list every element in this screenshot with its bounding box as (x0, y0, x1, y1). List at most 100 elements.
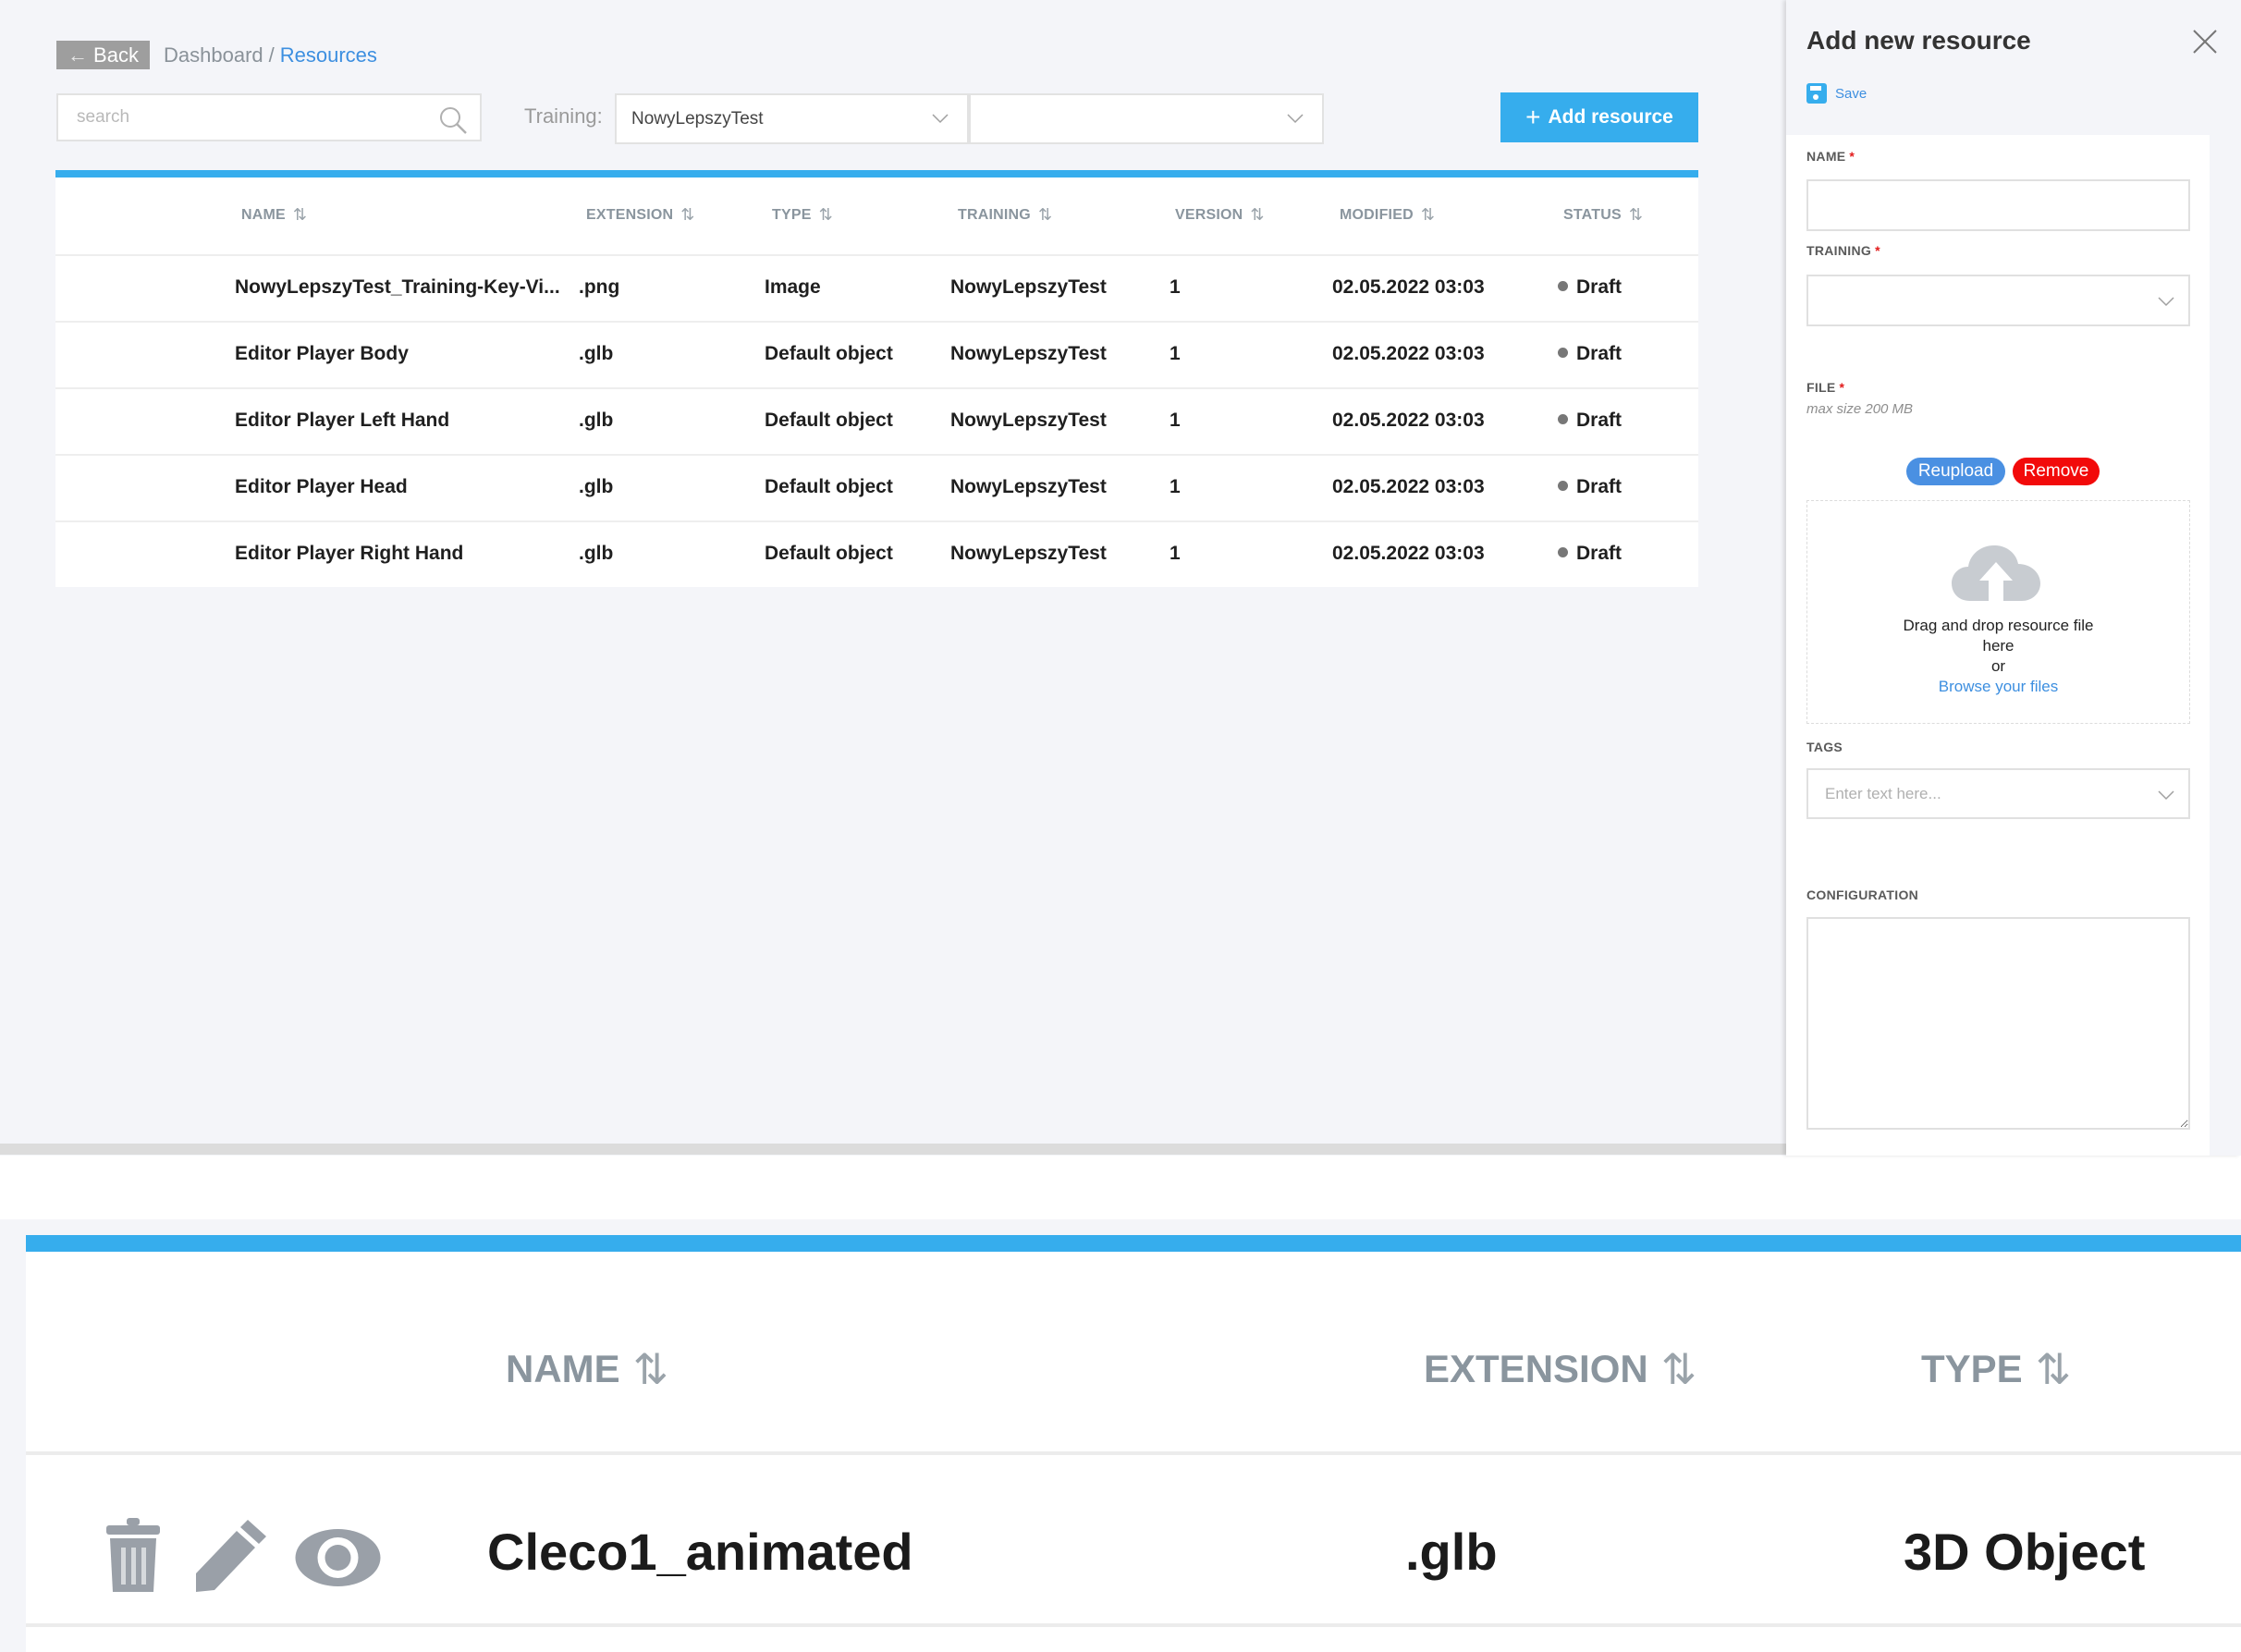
table-row[interactable]: Editor Player Body .glb Default object N… (55, 321, 1698, 387)
column-header-label: TYPE (772, 206, 812, 223)
trash-icon[interactable] (104, 1518, 162, 1594)
arrow-left-icon: ← (67, 43, 89, 67)
file-size-hint: max size 200 MB (1806, 401, 1914, 417)
browse-files-link[interactable]: Browse your files (1807, 677, 2189, 697)
configuration-textarea[interactable] (1808, 919, 2188, 1128)
table-row[interactable]: Editor Player Left Hand .glb Default obj… (55, 387, 1698, 454)
breadcrumb: Dashboard / Resources (164, 43, 377, 67)
pencil-icon[interactable] (194, 1518, 268, 1594)
status-dot (1558, 280, 1568, 291)
horizontal-scrollbar[interactable] (0, 1144, 1786, 1155)
sort-icon[interactable]: ⇅ (680, 205, 694, 225)
save-label: Save (1835, 85, 1868, 102)
column-header-name[interactable]: NAME ⇅ (241, 205, 307, 225)
chevron-down-icon (932, 114, 949, 124)
training-label: TRAINING * (1806, 243, 1880, 258)
sort-icon[interactable]: ⇅ (633, 1344, 669, 1394)
breadcrumb-dashboard[interactable]: Dashboard (164, 43, 263, 67)
sort-icon[interactable]: ⇅ (1629, 205, 1643, 225)
column-header-label: MODIFIED (1340, 206, 1414, 223)
row-divider (26, 1623, 2241, 1627)
secondary-filter-select[interactable] (969, 93, 1324, 144)
cell-version: 1 (1169, 410, 1181, 431)
sort-icon[interactable]: ⇅ (1250, 205, 1264, 225)
add-resource-label: Add resource (1548, 106, 1673, 128)
cell-type: Default object (765, 343, 893, 364)
status-dot (1558, 480, 1568, 491)
column-header-extension[interactable]: EXTENSION ⇅ (1424, 1344, 1696, 1394)
cell-name: NowyLepszyTest_Training-Key-Vi... (235, 276, 560, 298)
column-header-label: NAME (506, 1347, 620, 1390)
save-button[interactable]: Save (1806, 83, 1867, 104)
file-dropzone[interactable]: Drag and drop resource file here or Brow… (1806, 500, 2190, 724)
cell-training: NowyLepszyTest (950, 476, 1107, 497)
chevron-down-icon (1287, 114, 1304, 124)
dropzone-line-3: or (1990, 657, 2006, 675)
cell-status: Draft (1558, 276, 1622, 299)
sort-icon[interactable]: ⇅ (293, 205, 307, 225)
add-resource-button[interactable]: + Add resource (1500, 92, 1698, 142)
required-mark: * (1875, 243, 1880, 258)
column-header-status[interactable]: STATUS ⇅ (1563, 205, 1643, 225)
cell-name: Editor Player Head (235, 476, 408, 497)
required-mark: * (1839, 380, 1845, 395)
search-input[interactable] (58, 95, 480, 140)
search-box (56, 93, 482, 141)
training-select[interactable]: NowyLepszyTest (615, 93, 969, 144)
configuration-field[interactable] (1806, 917, 2190, 1130)
panel-title: Add new resource (1806, 26, 2031, 55)
sort-icon[interactable]: ⇅ (1661, 1344, 1697, 1394)
cell-status: Draft (1558, 410, 1622, 432)
column-header-label: EXTENSION (1424, 1347, 1648, 1390)
cell-version: 1 (1169, 343, 1181, 364)
file-label: FILE * (1806, 380, 1844, 395)
column-header-name[interactable]: NAME ⇅ (506, 1344, 668, 1394)
remove-button[interactable]: Remove (2013, 458, 2100, 485)
chevron-down-icon (2158, 297, 2174, 307)
close-icon[interactable] (2191, 28, 2219, 55)
sort-icon[interactable]: ⇅ (1421, 205, 1435, 225)
column-header-type[interactable]: TYPE ⇅ (772, 205, 833, 225)
row-divider (26, 1451, 2241, 1455)
dropzone-line-1: Drag and drop resource file (1903, 617, 2094, 634)
cell-training: NowyLepszyTest (950, 410, 1107, 431)
training-select-field[interactable] (1806, 275, 2190, 326)
eye-icon[interactable] (294, 1527, 382, 1588)
name-label: NAME * (1806, 149, 1855, 164)
status-label: Draft (1576, 410, 1623, 431)
sort-icon[interactable]: ⇅ (2036, 1344, 2072, 1394)
cell-status: Draft (1558, 543, 1622, 565)
cell-training: NowyLepszyTest (950, 343, 1107, 364)
column-header-label: EXTENSION (586, 206, 674, 223)
sort-icon[interactable]: ⇅ (1038, 205, 1052, 225)
column-header-type[interactable]: TYPE ⇅ (1921, 1344, 2071, 1394)
back-button[interactable]: ← Back (56, 41, 150, 69)
cell-type: Image (765, 276, 821, 298)
tags-input[interactable] (1808, 770, 2188, 817)
dropzone-line-2: here (1982, 637, 2014, 655)
status-label: Draft (1576, 343, 1623, 364)
column-header-extension[interactable]: EXTENSION ⇅ (586, 205, 695, 225)
table-row[interactable]: Editor Player Head .glb Default object N… (55, 454, 1698, 520)
name-label-text: NAME (1806, 149, 1846, 164)
cell-type: Default object (765, 410, 893, 431)
column-header-training[interactable]: TRAINING ⇅ (958, 205, 1052, 225)
name-input[interactable] (1808, 181, 2188, 229)
table-row[interactable]: Editor Player Right Hand .glb Default ob… (55, 520, 1698, 587)
cell-extension: .glb (1405, 1523, 1498, 1581)
column-header-label: STATUS (1563, 206, 1622, 223)
cell-version: 1 (1169, 543, 1181, 564)
column-header-modified[interactable]: MODIFIED ⇅ (1340, 205, 1435, 225)
tags-field[interactable] (1806, 768, 2190, 819)
search-icon[interactable] (437, 104, 469, 136)
breadcrumb-separator: / (268, 43, 275, 67)
column-header-version[interactable]: VERSION ⇅ (1175, 205, 1265, 225)
reupload-button[interactable]: Reupload (1906, 458, 2005, 485)
table-row[interactable]: NowyLepszyTest_Training-Key-Vi... .png I… (55, 254, 1698, 321)
column-header-label: TYPE (1921, 1347, 2023, 1390)
status-dot (1558, 347, 1568, 358)
add-resource-panel: Add new resource Save NAME* TRAINING* (1786, 0, 2241, 1156)
sort-icon[interactable]: ⇅ (819, 205, 833, 225)
cell-name: Cleco1_animated (487, 1523, 913, 1581)
name-field[interactable] (1806, 179, 2190, 231)
